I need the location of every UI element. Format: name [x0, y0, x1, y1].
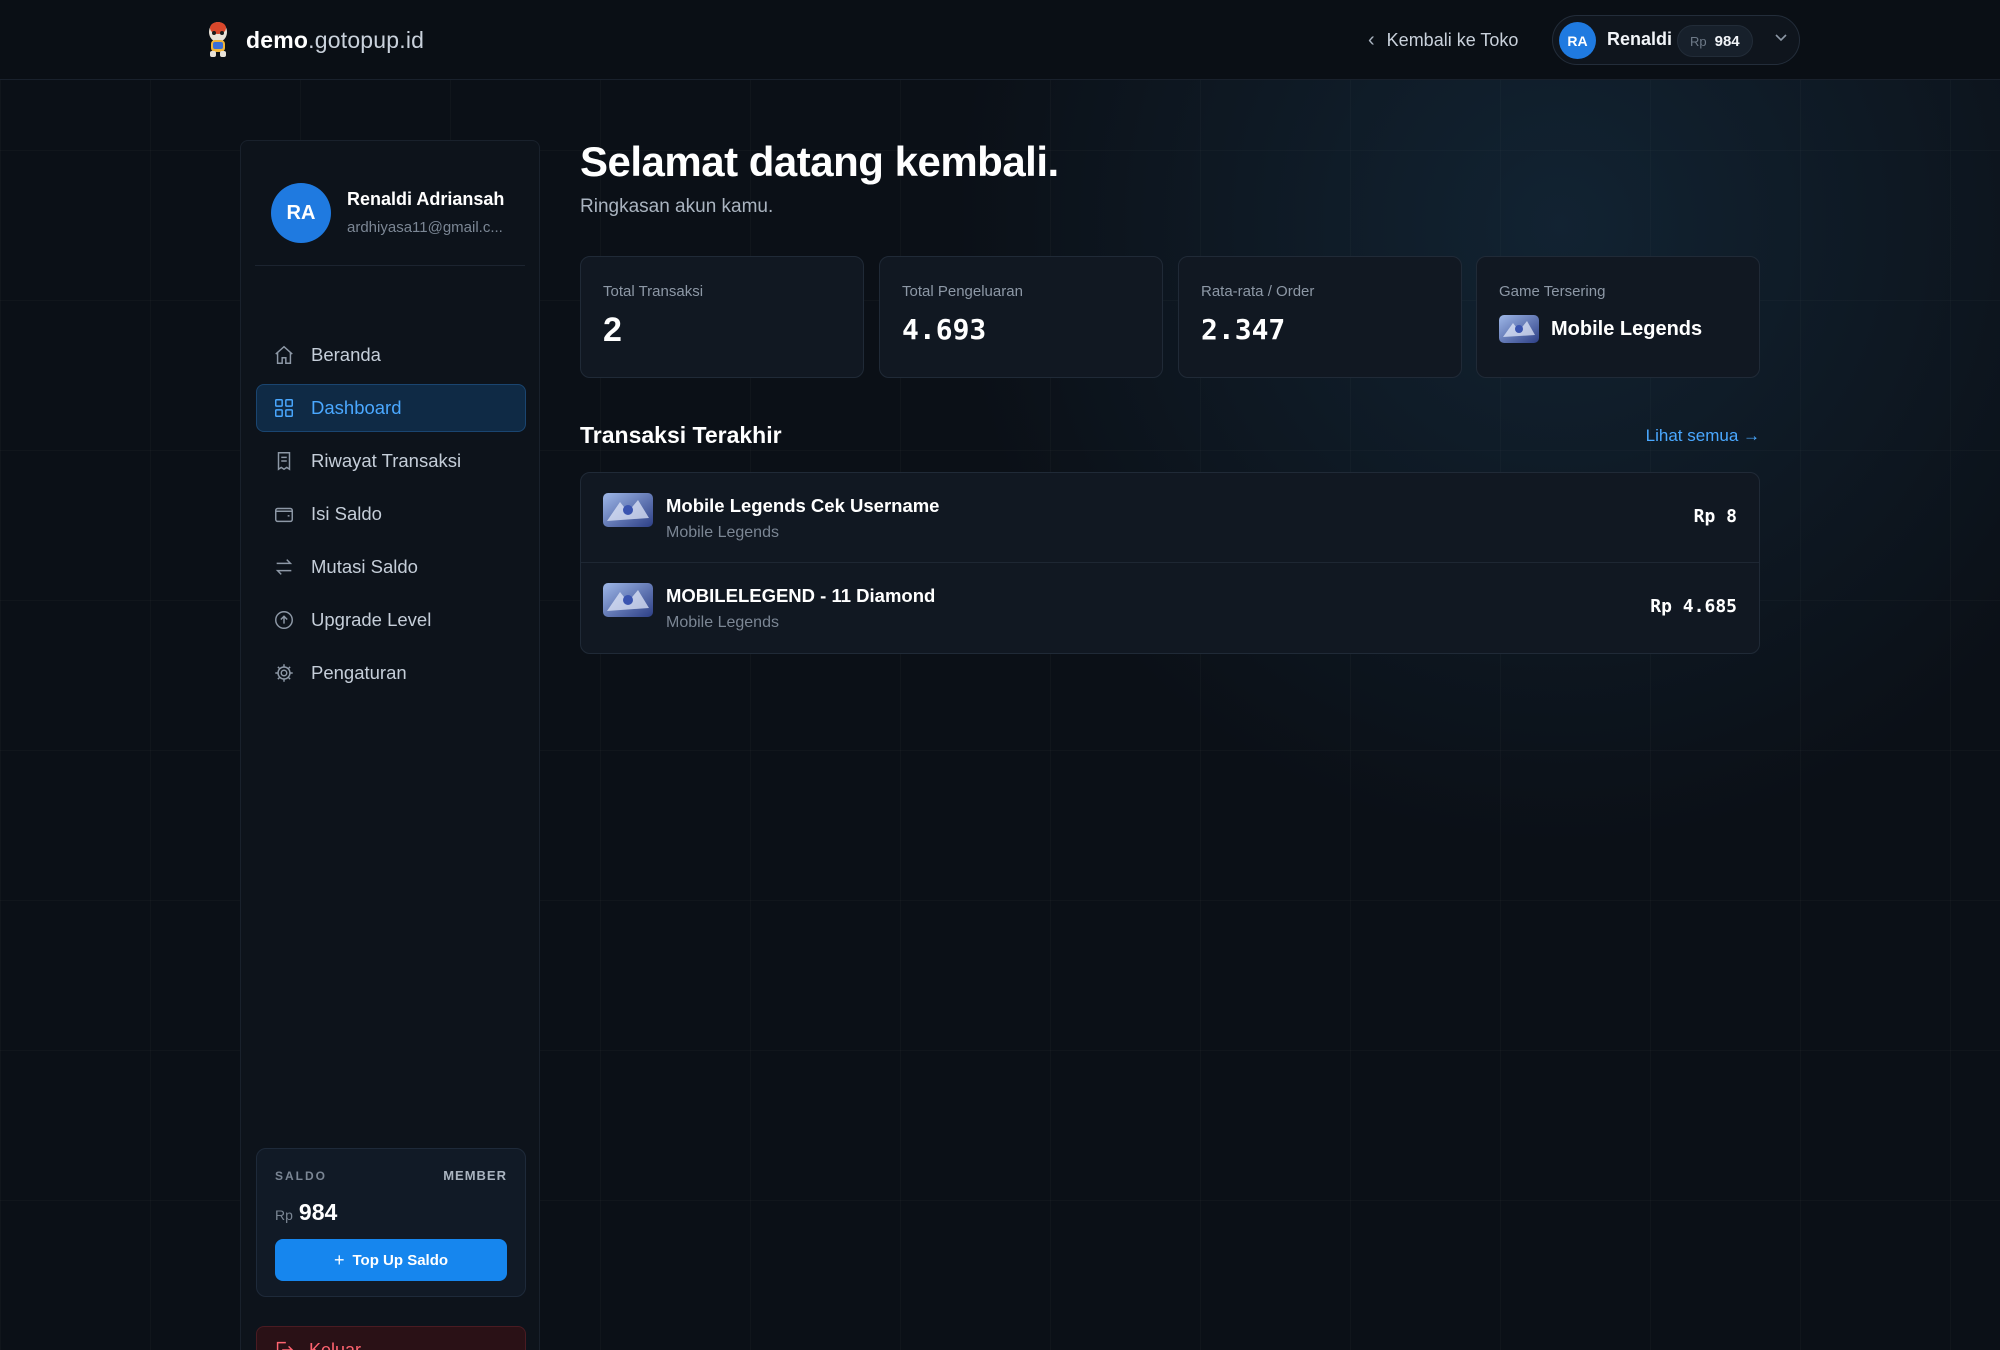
avatar: RA — [271, 183, 331, 243]
member-level-badge: MEMBER — [443, 1168, 507, 1183]
page-title: Selamat datang kembali. — [580, 138, 1059, 185]
balance-currency: Rp — [1690, 33, 1707, 49]
top-bar: demo.gotopup.id ‹ Kembali ke Toko RA Ren… — [0, 0, 2000, 80]
back-to-store-label: Kembali ke Toko — [1386, 29, 1519, 50]
sidebar-item-label: Riwayat Transaksi — [311, 450, 462, 471]
profile-name: Renaldi Adriansah — [347, 189, 505, 209]
user-name: Renaldi — [1607, 29, 1673, 49]
sidebar-item-riwayat-transaksi[interactable]: Riwayat Transaksi — [256, 437, 526, 485]
sidebar-item-upgrade-level[interactable]: Upgrade Level — [256, 596, 526, 644]
sidebar-item-label: Pengaturan — [311, 662, 407, 683]
sidebar-item-pengaturan[interactable]: Pengaturan — [256, 649, 526, 697]
top-game: Mobile Legends — [1499, 315, 1702, 343]
brand-name: demo.gotopup.id — [246, 27, 424, 54]
stat-card-total-transactions: Total Transaksi 2 — [580, 256, 864, 378]
stat-value: 4.693 — [902, 313, 987, 346]
transfer-icon — [275, 559, 293, 575]
transaction-amount: Rp 8 — [1693, 506, 1737, 527]
stat-card-top-game: Game Tersering Mobile Legends — [1476, 256, 1760, 378]
balance-card: SALDO MEMBER Rp 984 + Top Up Saldo — [256, 1148, 526, 1297]
gear-icon — [275, 664, 293, 682]
transaction-game: Mobile Legends — [666, 614, 779, 631]
profile-card: RA Renaldi Adriansah ardhiyasa11@gmail.c… — [271, 183, 511, 243]
balance-amount: 984 — [1714, 32, 1740, 50]
game-thumbnail — [603, 493, 653, 527]
balance-label: SALDO — [275, 1169, 327, 1183]
transaction-name: MOBILELEGEND - 11 Diamond — [666, 585, 936, 606]
profile-email: ardhiyasa11@gmail.c... — [347, 219, 503, 236]
transaction-game: Mobile Legends — [666, 524, 779, 541]
game-thumbnail — [603, 583, 653, 617]
stat-card-total-spending: Total Pengeluaran 4.693 — [879, 256, 1163, 378]
sidebar-item-label: Isi Saldo — [311, 503, 382, 524]
stat-label: Rata-rata / Order — [1201, 283, 1315, 300]
balance-amount: 984 — [298, 1199, 338, 1225]
balance-currency: Rp — [275, 1207, 293, 1223]
background-glow — [900, 0, 2000, 900]
grid-icon — [275, 399, 293, 417]
brand[interactable]: demo.gotopup.id — [202, 20, 424, 60]
chevron-down-icon — [1775, 34, 1787, 42]
user-menu-button[interactable]: RA Renaldi Rp 984 — [1552, 15, 1800, 65]
sidebar-item-isi-saldo[interactable]: Isi Saldo — [256, 490, 526, 538]
stat-value: 2 — [603, 311, 622, 349]
list-item[interactable]: MOBILELEGEND - 11 Diamond Mobile Legends… — [581, 563, 1759, 653]
brand-name-bold: demo — [246, 26, 309, 53]
sidebar-item-mutasi-saldo[interactable]: Mutasi Saldo — [256, 543, 526, 591]
stat-label: Total Pengeluaran — [902, 283, 1023, 300]
brand-name-domain: .gotopup.id — [308, 26, 425, 53]
stat-value: 2.347 — [1201, 313, 1286, 346]
receipt-icon — [277, 452, 291, 471]
stat-card-average-order: Rata-rata / Order 2.347 — [1178, 256, 1462, 378]
wallet-icon — [275, 507, 293, 523]
balance-badge: Rp 984 — [1677, 25, 1753, 57]
logout-button[interactable]: Keluar — [256, 1326, 526, 1350]
top-up-button[interactable]: + Top Up Saldo — [275, 1239, 507, 1281]
stats-row: Total Transaksi 2 Total Pengeluaran 4.69… — [580, 256, 1760, 378]
stat-label: Game Tersering — [1499, 283, 1606, 300]
sidebar-item-label: Dashboard — [311, 397, 402, 418]
stat-value: Mobile Legends — [1551, 317, 1703, 340]
brand-logo-icon — [209, 22, 227, 57]
transaction-name: Mobile Legends Cek Username — [666, 495, 940, 516]
sidebar-item-label: Beranda — [311, 344, 381, 365]
recent-transactions-title: Transaksi Terakhir — [580, 422, 782, 448]
back-to-store-link[interactable]: ‹ Kembali ke Toko — [1368, 26, 1518, 54]
logout-label: Keluar — [309, 1339, 362, 1350]
plus-icon: + — [333, 1249, 345, 1270]
avatar: RA — [1559, 22, 1596, 59]
see-all-link[interactable]: Lihat semua → — [1646, 426, 1760, 446]
balance-value: Rp 984 — [275, 1199, 337, 1226]
page-subtitle: Ringkasan akun kamu. — [580, 196, 774, 217]
logout-icon — [276, 1341, 294, 1350]
sidebar-nav: Beranda Dashboard Riwayat Transaksi Isi … — [256, 331, 526, 702]
chevron-left-icon: ‹ — [1368, 28, 1375, 51]
list-item[interactable]: Mobile Legends Cek Username Mobile Legen… — [581, 473, 1759, 563]
top-up-label: Top Up Saldo — [352, 1251, 449, 1269]
stat-label: Total Transaksi — [603, 283, 704, 300]
home-icon — [275, 345, 293, 364]
sidebar-item-dashboard[interactable]: Dashboard — [256, 384, 526, 432]
transactions-list: Mobile Legends Cek Username Mobile Legen… — [580, 472, 1760, 654]
arrow-up-circle-icon — [275, 611, 293, 629]
transaction-amount: Rp 4.685 — [1650, 596, 1737, 617]
sidebar-item-label: Upgrade Level — [311, 609, 432, 630]
sidebar-item-beranda[interactable]: Beranda — [256, 331, 526, 379]
sidebar: RA Renaldi Adriansah ardhiyasa11@gmail.c… — [240, 140, 540, 1350]
sidebar-item-label: Mutasi Saldo — [311, 556, 418, 577]
game-thumbnail — [1499, 315, 1539, 343]
divider — [255, 265, 525, 266]
